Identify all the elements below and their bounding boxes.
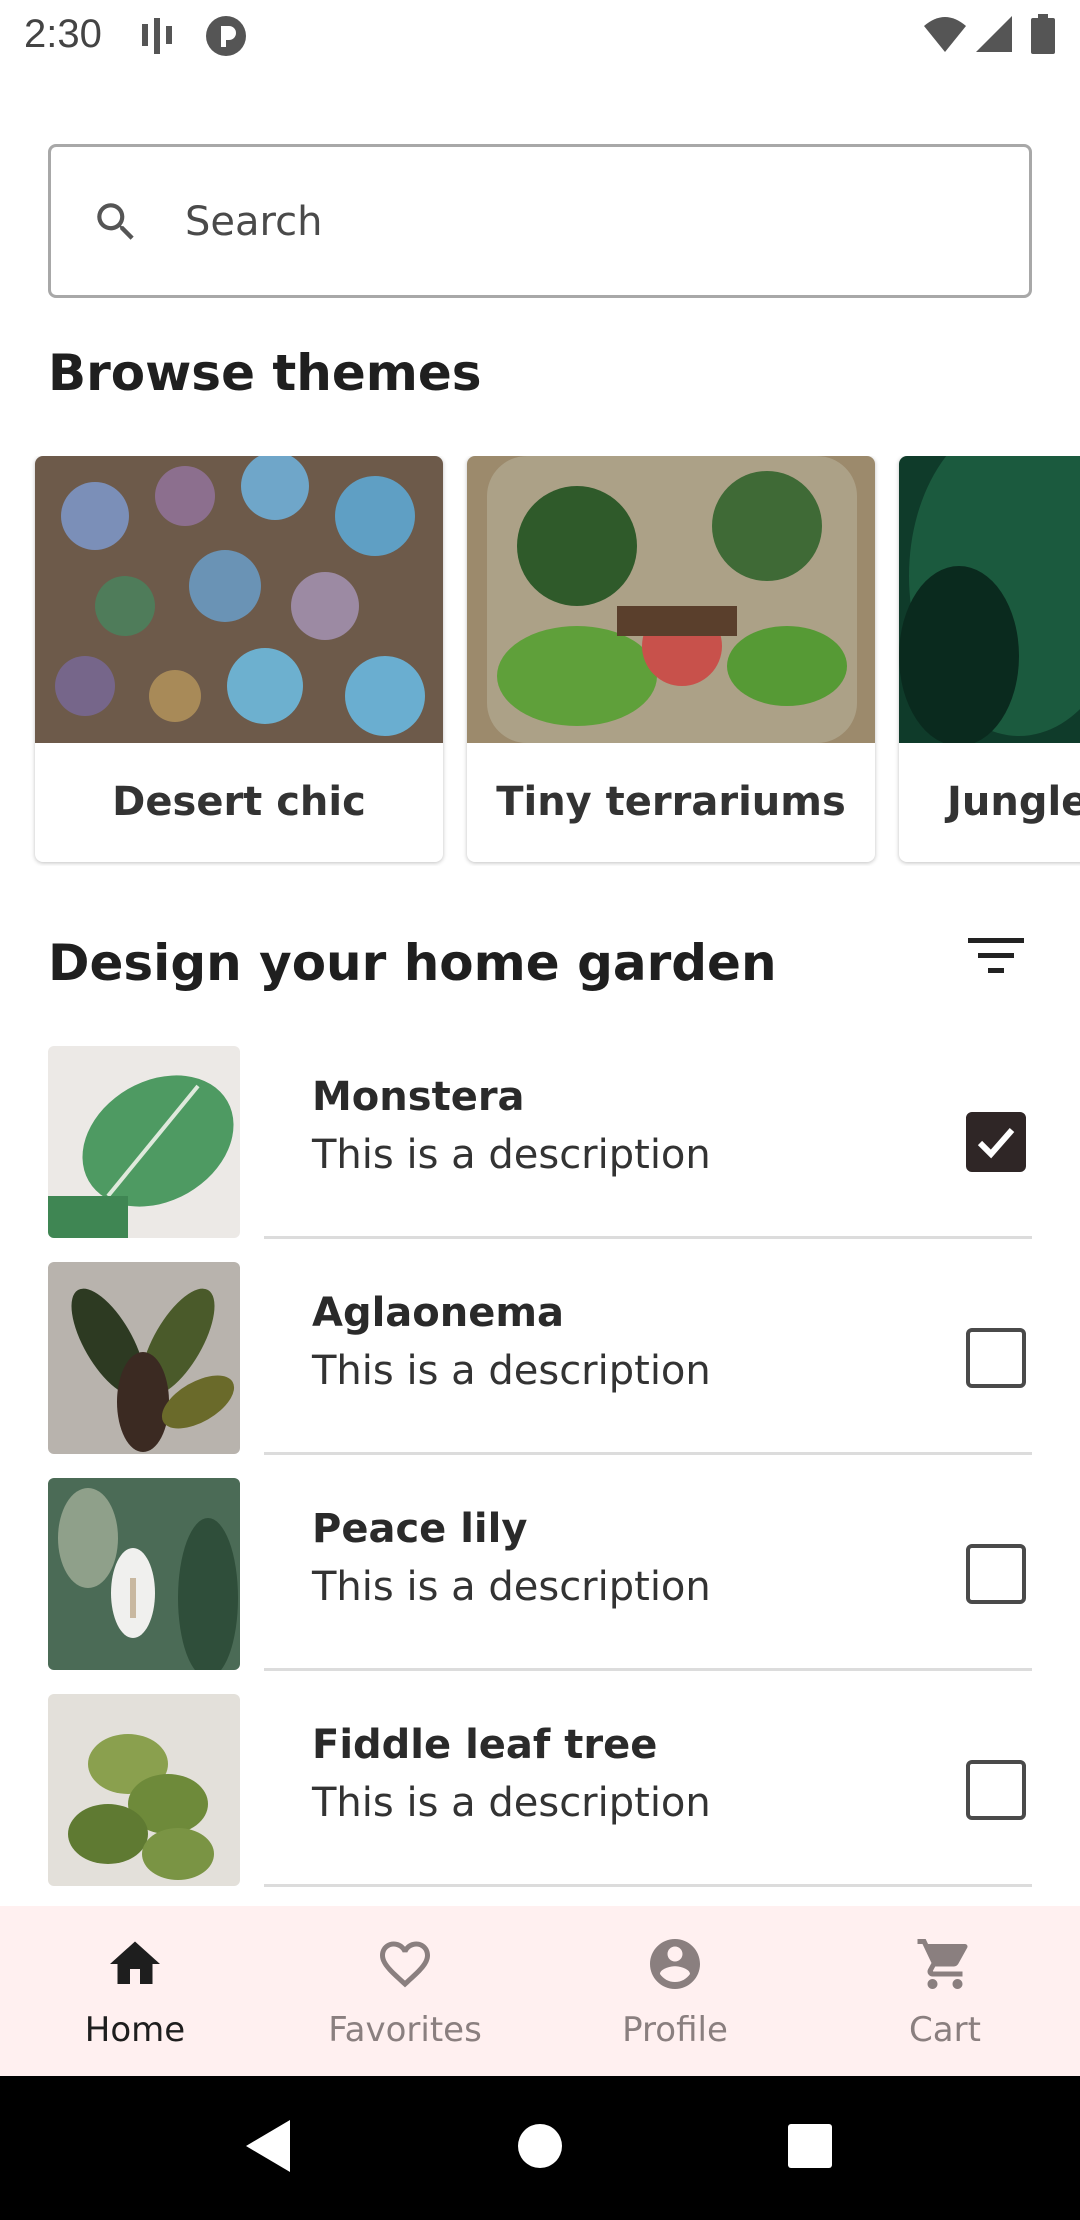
theme-card-tiny-terrariums[interactable]: Tiny terrariums <box>467 456 875 862</box>
jungle-vibes-image <box>899 456 1080 746</box>
filter-icon[interactable] <box>964 934 1028 978</box>
home-icon <box>110 1941 160 1984</box>
theme-label: Tiny terrariums <box>496 779 846 825</box>
nav-item-cart[interactable]: Cart <box>810 1906 1080 2076</box>
plant-description: This is a description <box>312 1780 711 1826</box>
nav-item-favorites[interactable]: Favorites <box>270 1906 540 2076</box>
divider <box>264 1884 1032 1887</box>
plant-description: This is a description <box>312 1132 711 1178</box>
divider <box>264 1668 1032 1671</box>
plant-name: Peace lily <box>312 1506 528 1552</box>
nav-label: Cart <box>909 2010 981 2050</box>
list-item[interactable]: Aglaonema This is a description <box>0 1262 1080 1478</box>
desert-chic-image <box>35 456 443 743</box>
checkmark-icon <box>977 1128 1015 1159</box>
nav-item-home[interactable]: Home <box>0 1906 270 2076</box>
monstera-image <box>48 1046 240 1238</box>
bottom-navigation: Home Favorites Profile Cart <box>0 1906 1080 2076</box>
list-item[interactable]: Peace lily This is a description <box>0 1478 1080 1694</box>
plant-name: Aglaonema <box>312 1290 565 1336</box>
nav-label: Home <box>84 2010 186 2050</box>
battery-icon <box>1031 14 1055 54</box>
plant-checkbox[interactable] <box>966 1328 1026 1388</box>
nav-label: Profile <box>622 2010 728 2050</box>
plant-description: This is a description <box>312 1348 711 1394</box>
aglaonema-image <box>48 1262 240 1454</box>
cellular-icon <box>976 16 1012 52</box>
theme-card-jungle-vibes[interactable]: Jungle vibes <box>899 456 1080 862</box>
divider <box>264 1452 1032 1455</box>
nav-label: Favorites <box>328 2010 482 2050</box>
plant-checkbox[interactable] <box>966 1760 1026 1820</box>
search-input[interactable] <box>185 187 985 257</box>
list-item[interactable]: Monstera This is a description <box>0 1046 1080 1262</box>
plant-description: This is a description <box>312 1564 711 1610</box>
signal-bars-icon <box>142 18 172 54</box>
theme-carousel[interactable]: Desert chic Tiny terrariums Jungle vibes <box>0 456 1080 866</box>
cart-icon <box>917 1939 968 1989</box>
account-circle-icon <box>650 1939 700 1989</box>
search-icon <box>97 203 134 240</box>
nav-item-profile[interactable]: Profile <box>540 1906 810 2076</box>
theme-label: Jungle vibes <box>947 779 1080 825</box>
back-icon[interactable] <box>244 2118 294 2174</box>
system-navigation-bar <box>0 2076 1080 2220</box>
browse-themes-title: Browse themes <box>48 344 482 402</box>
divider <box>264 1236 1032 1239</box>
tiny-terrariums-image <box>467 456 875 743</box>
app-notification-icon <box>206 16 246 56</box>
home-garden-title: Design your home garden <box>48 934 777 992</box>
list-item[interactable]: Fiddle leaf tree This is a description <box>0 1694 1080 1910</box>
wifi-icon <box>924 17 966 52</box>
plant-checkbox[interactable] <box>966 1544 1026 1604</box>
plant-checkbox[interactable] <box>966 1112 1026 1172</box>
heart-icon <box>380 1941 430 1988</box>
plant-name: Fiddle leaf tree <box>312 1722 658 1768</box>
theme-label: Desert chic <box>112 779 366 825</box>
fiddle-leaf-tree-image <box>48 1694 240 1886</box>
search-box[interactable] <box>48 144 1032 298</box>
plant-name: Monstera <box>312 1074 525 1120</box>
home-button-icon[interactable] <box>516 2118 564 2174</box>
theme-card-desert-chic[interactable]: Desert chic <box>35 456 443 862</box>
status-bar: 2:30 <box>0 0 1080 72</box>
peace-lily-image <box>48 1478 240 1670</box>
status-time: 2:30 <box>24 12 102 56</box>
recents-icon[interactable] <box>786 2118 834 2174</box>
